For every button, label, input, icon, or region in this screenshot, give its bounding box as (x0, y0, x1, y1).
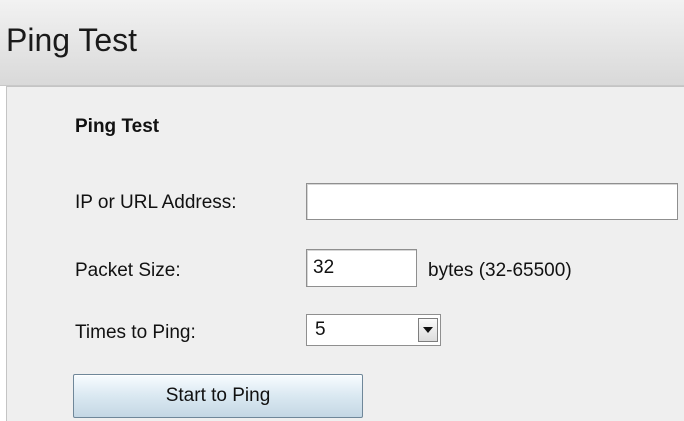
packet-size-label: Packet Size: (75, 260, 181, 281)
times-to-ping-label: Times to Ping: (75, 322, 196, 343)
start-ping-button[interactable]: Start to Ping (73, 374, 363, 418)
times-to-ping-select[interactable]: 5 (306, 314, 441, 346)
page-title: Ping Test (6, 22, 138, 58)
page-header: Ping Test (0, 0, 684, 86)
packet-size-input[interactable] (306, 249, 417, 287)
packet-size-range-hint: bytes (32-65500) (428, 260, 572, 281)
ping-test-page: Ping Test Ping Test IP or URL Address: P… (0, 0, 684, 421)
section-title: Ping Test (75, 116, 160, 137)
address-label: IP or URL Address: (75, 192, 237, 213)
address-input[interactable] (306, 183, 678, 220)
times-to-ping-selected-value: 5 (315, 319, 326, 340)
dropdown-arrow-button[interactable] (418, 318, 438, 342)
chevron-down-icon (423, 327, 433, 333)
